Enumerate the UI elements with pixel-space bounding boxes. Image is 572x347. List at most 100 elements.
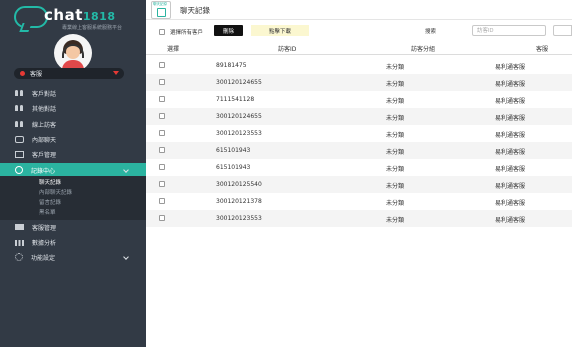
clock-icon <box>15 166 23 174</box>
table-row[interactable]: 300120124655 未分類 易利通客服 <box>146 108 572 125</box>
row-checkbox[interactable] <box>159 62 165 68</box>
row-checkbox[interactable] <box>159 79 165 85</box>
agent-name: 易利通客服 <box>495 200 526 207</box>
status-dot-icon <box>20 71 25 76</box>
brand-number: 1818 <box>82 10 116 23</box>
visitor-group: 未分類 <box>386 98 405 105</box>
sidebar: chat1818 專業線上客服系統服務平台 客服 客戶對話 其他對話 線上訪客 … <box>0 0 146 347</box>
app-root: chat1818 專業線上客服系統服務平台 客服 客戶對話 其他對話 線上訪客 … <box>0 0 572 347</box>
gears-icon <box>15 253 23 261</box>
row-checkbox[interactable] <box>159 181 165 187</box>
search-label: 搜索 <box>425 29 437 35</box>
submenu-internal-chat-records[interactable]: 內部聊天記錄 <box>39 188 72 196</box>
table-row[interactable]: 7111541128 未分類 易利通客服 <box>146 91 572 108</box>
visitor-id: 300120125540 <box>216 181 262 188</box>
agent-name: 易利通客服 <box>495 149 526 156</box>
table-row[interactable]: 300120123553 未分類 易利通客服 <box>146 125 572 142</box>
brand-tagline: 專業線上客服系統服務平台 <box>62 25 123 31</box>
agent-name: 易利通客服 <box>495 132 526 139</box>
sidebar-item-internal-chat[interactable]: 內部聊天 <box>0 132 146 146</box>
table-row[interactable]: 615101943 未分類 易利通客服 <box>146 142 572 159</box>
people-icon <box>15 104 24 112</box>
table-header: 選擇 訪客ID 訪客分組 客服 <box>146 40 572 55</box>
agent-name: 易利通客服 <box>495 64 526 71</box>
table-row[interactable]: 615101943 未分類 易利通客服 <box>146 159 572 176</box>
toolbar: 選擇所有客戶 刪除 點擊下載 搜索 <box>146 24 572 38</box>
sidebar-item-other-chat[interactable]: 其他對話 <box>0 101 146 115</box>
row-checkbox[interactable] <box>159 113 165 119</box>
table-row[interactable]: 300120124655 未分類 易利通客服 <box>146 74 572 91</box>
secondary-search-input[interactable] <box>553 25 572 36</box>
submenu-chat-records[interactable]: 聊天記錄 <box>39 178 61 186</box>
visitor-group: 未分類 <box>386 64 405 71</box>
visitor-group: 未分類 <box>386 183 405 190</box>
visitor-id: 7111541128 <box>216 96 255 103</box>
column-visitor-id[interactable]: 訪客ID <box>278 44 296 53</box>
people-icon <box>15 89 24 97</box>
page-title: 聊天記錄 <box>180 6 210 15</box>
visitor-id: 300120123553 <box>216 215 262 222</box>
search-input[interactable] <box>472 25 546 36</box>
agent-name: 易利通客服 <box>495 98 526 105</box>
visitor-id: 300120124655 <box>216 113 262 120</box>
chat-bubble-icon <box>14 6 48 28</box>
brand-logo: chat1818 專業線上客服系統服務平台 <box>14 6 138 32</box>
bar-chart-icon <box>15 239 24 246</box>
row-checkbox[interactable] <box>159 164 165 170</box>
sidebar-item-settings[interactable]: 功能設定 <box>0 250 146 264</box>
sidebar-item-customer-management[interactable]: 客戶管理 <box>0 147 146 161</box>
sidebar-item-data-analysis[interactable]: 數據分析 <box>0 235 146 249</box>
delete-button[interactable]: 刪除 <box>214 25 243 36</box>
page-header: 聊天記錄 聊天記錄 <box>146 0 572 20</box>
sidebar-item-agent-management[interactable]: 客服管理 <box>0 220 146 234</box>
agent-name: 易利通客服 <box>495 183 526 190</box>
row-checkbox[interactable] <box>159 147 165 153</box>
column-agent[interactable]: 客服 <box>536 44 548 53</box>
visitor-group: 未分類 <box>386 132 405 139</box>
sidebar-item-online-visitors[interactable]: 線上訪客 <box>0 117 146 131</box>
visitor-id: 89181475 <box>216 62 247 69</box>
people-icon <box>15 120 24 128</box>
visitor-id: 300120123553 <box>216 130 262 137</box>
download-button[interactable]: 點擊下載 <box>251 25 309 36</box>
agent-name: 易利通客服 <box>495 81 526 88</box>
column-visitor-group[interactable]: 訪客分組 <box>411 44 435 53</box>
visitor-id: 300120124655 <box>216 79 262 86</box>
row-checkbox[interactable] <box>159 96 165 102</box>
status-select[interactable]: 客服 <box>14 68 124 79</box>
chat-icon <box>15 135 24 143</box>
agent-name: 易利通客服 <box>495 217 526 224</box>
box-icon <box>15 150 24 158</box>
table-row[interactable]: 89181475 未分類 易利通客服 <box>146 57 572 74</box>
chevron-down-icon <box>123 254 129 260</box>
table-row[interactable]: 300120121378 未分類 易利通客服 <box>146 193 572 210</box>
agent-name: 易利通客服 <box>495 166 526 173</box>
column-select: 選擇 <box>167 46 180 53</box>
avatar[interactable] <box>54 34 92 72</box>
select-all-customers[interactable]: 選擇所有客戶 <box>159 28 203 36</box>
chevron-down-icon <box>123 167 129 173</box>
sidebar-item-records-center[interactable]: 記錄中心 <box>0 163 146 177</box>
agent-name: 易利通客服 <box>495 115 526 122</box>
row-checkbox[interactable] <box>159 215 165 221</box>
visitor-group: 未分類 <box>386 166 405 173</box>
status-label: 客服 <box>30 71 43 78</box>
chat-records-icon: 聊天記錄 <box>151 1 171 19</box>
visitor-group: 未分類 <box>386 81 405 88</box>
id-card-icon <box>15 224 24 230</box>
visitor-id: 615101943 <box>216 164 251 171</box>
visitor-id: 615101943 <box>216 147 251 154</box>
caret-down-icon <box>113 71 119 75</box>
submenu-blacklist[interactable]: 黑名單 <box>39 208 56 216</box>
visitor-group: 未分類 <box>386 217 405 224</box>
visitor-id: 300120121378 <box>216 198 262 205</box>
table-row[interactable]: 300120125540 未分類 易利通客服 <box>146 176 572 193</box>
visitor-group: 未分類 <box>386 200 405 207</box>
select-all-checkbox[interactable] <box>159 29 165 35</box>
brand-name: chat <box>44 6 83 24</box>
table-row[interactable]: 300120123553 未分類 易利通客服 <box>146 210 572 227</box>
row-checkbox[interactable] <box>159 198 165 204</box>
row-checkbox[interactable] <box>159 130 165 136</box>
submenu-message-records[interactable]: 留言記錄 <box>39 198 61 206</box>
sidebar-item-customer-chat[interactable]: 客戶對話 <box>0 86 146 100</box>
